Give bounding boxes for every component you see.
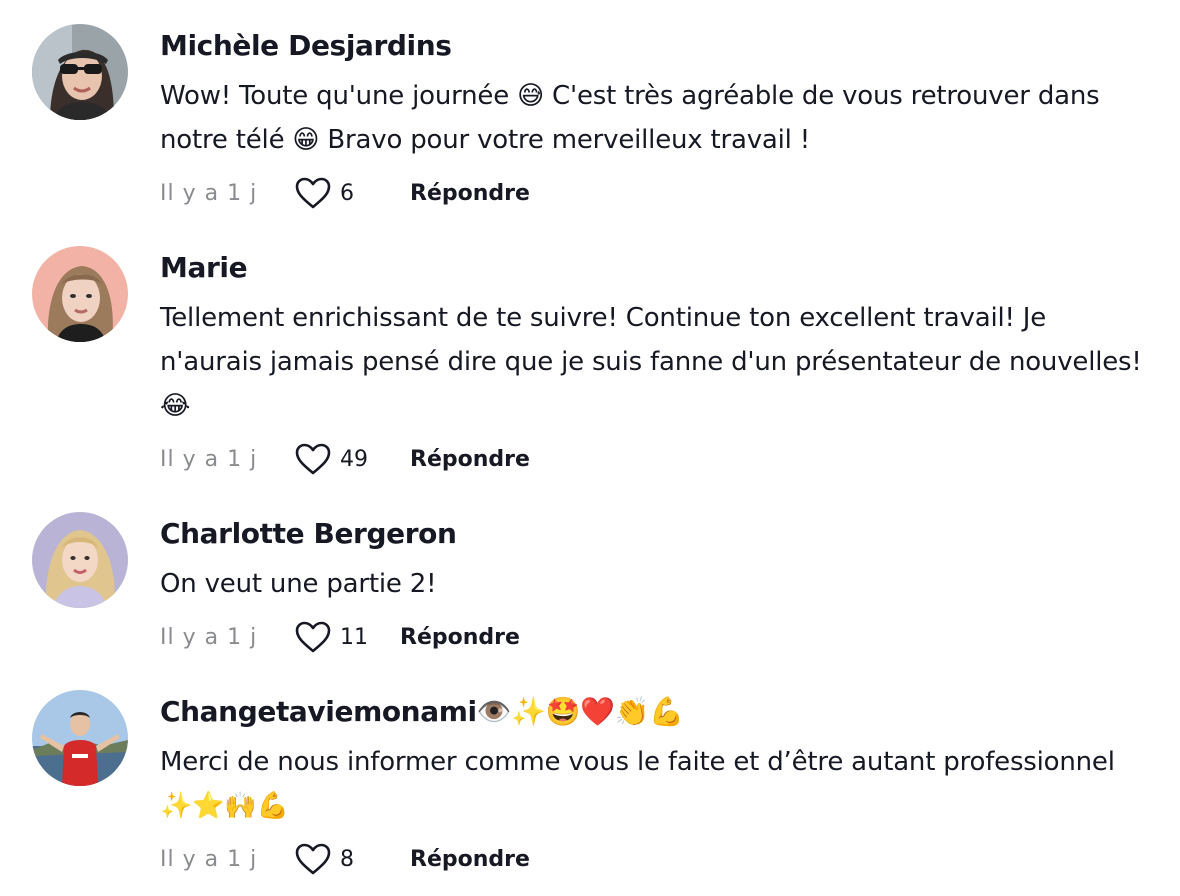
comment-meta: Il y a 1 j 11 Répondre (160, 617, 520, 657)
like-button[interactable]: 8 (294, 842, 380, 876)
comment-text: On veut une partie 2! (160, 569, 437, 599)
comment-text: Merci de nous informer comme vous le fai… (160, 747, 1115, 821)
comment-text: Wow! Toute qu'une journée 😅 C'est très a… (160, 81, 1100, 155)
reply-button[interactable]: Répondre (410, 847, 530, 872)
like-count: 6 (340, 180, 354, 206)
avatar[interactable] (32, 690, 128, 786)
avatar[interactable] (32, 512, 128, 608)
comment-timestamp: Il y a 1 j (160, 180, 258, 206)
like-button[interactable]: 11 (294, 620, 380, 654)
avatar-woman-sunglasses-icon (32, 24, 128, 120)
avatar-woman-blonde-icon (32, 512, 128, 608)
like-button[interactable]: 6 (294, 176, 380, 210)
reply-button[interactable]: Répondre (400, 625, 520, 650)
avatar[interactable] (32, 246, 128, 342)
comment-username[interactable]: Changetaviemonami👁️✨🤩❤️👏💪 (160, 694, 684, 730)
comment-timestamp: Il y a 1 j (160, 846, 258, 872)
comment-username[interactable]: Marie (160, 250, 248, 286)
like-count: 8 (340, 846, 354, 872)
heart-outline-icon (295, 621, 331, 653)
comment-meta: Il y a 1 j 49 Répondre (160, 439, 530, 479)
like-button[interactable]: 49 (294, 442, 380, 476)
reply-button[interactable]: Répondre (410, 447, 530, 472)
comment-username[interactable]: Michèle Desjardins (160, 28, 452, 64)
avatar[interactable] (32, 24, 128, 120)
like-count: 49 (340, 446, 368, 472)
avatar-man-red-shirt-icon (32, 690, 128, 786)
heart-outline-icon (295, 177, 331, 209)
heart-outline-icon (295, 443, 331, 475)
comment-username[interactable]: Charlotte Bergeron (160, 516, 457, 552)
comment-text: Tellement enrichissant de te suivre! Con… (160, 303, 1142, 421)
reply-button[interactable]: Répondre (410, 181, 530, 206)
avatar-woman-pink-background-icon (32, 246, 128, 342)
comment-timestamp: Il y a 1 j (160, 624, 258, 650)
like-count: 11 (340, 624, 368, 650)
comment-timestamp: Il y a 1 j (160, 446, 258, 472)
comment-meta: Il y a 1 j 8 Répondre (160, 839, 530, 879)
heart-outline-icon (295, 843, 331, 875)
comment-meta: Il y a 1 j 6 Répondre (160, 173, 530, 213)
